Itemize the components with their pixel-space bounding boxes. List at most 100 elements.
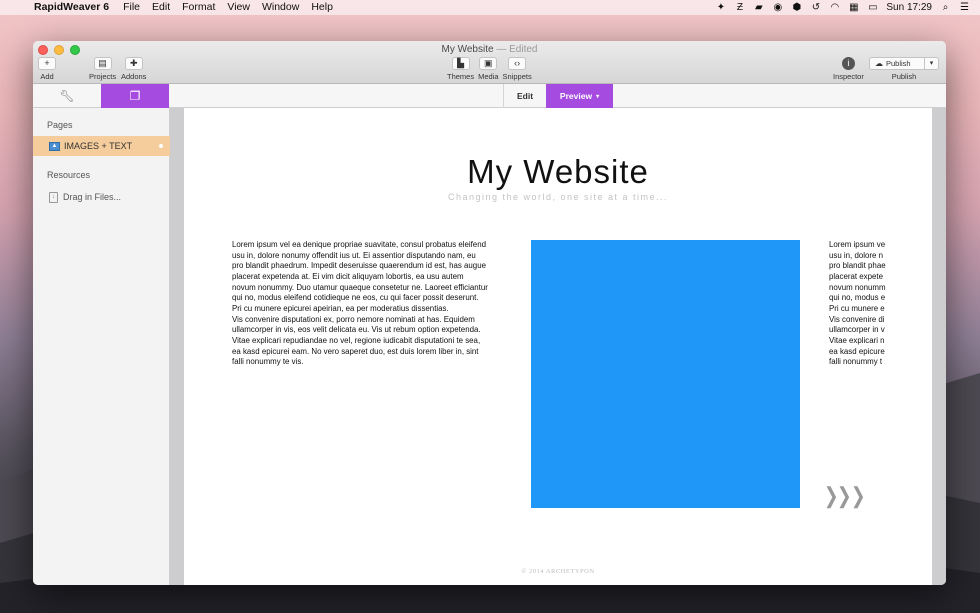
tab-bar: 🔧︎ ❐ Edit Preview ▾ [33,84,946,108]
page-item-images-text[interactable]: ▲ IMAGES + TEXT [33,136,170,156]
tab-pages[interactable]: ❐ [101,84,169,108]
text-line: usu in, dolore nonumy offendit ius ut. E… [232,250,476,260]
menu-format[interactable]: Format [182,0,215,15]
menu-view[interactable]: View [227,0,250,15]
text-line: qui no, modus e [829,293,886,303]
tab-general[interactable]: 🔧︎ [33,84,101,108]
chevron-right-icon: ❯ [837,483,853,508]
text-line: novum nonummy. Duo utamur quaeque conset… [232,282,488,292]
chevron-down-icon: ▾ [596,93,600,100]
text-line: falli nonummy te vis. [232,357,304,367]
content-text-column-next: Lorem ipsum ve usu in, dolore n pro blan… [829,240,887,368]
design-tools: ▙ Themes ▣ Media ‹› Snippets [447,57,532,81]
publish-label: Publish [891,72,917,81]
image-icon: ▣ [479,57,498,70]
text-line: Lorem ipsum vel ea denique propriae suav… [232,240,486,249]
text-line: Vis convenire disputationi ex, porro nem… [232,314,475,324]
publish-button[interactable]: ☁ Publish ▾ [869,57,939,70]
pages-header: Pages [47,120,73,130]
wifi-icon[interactable]: ◠ [829,2,840,13]
page-status-dot [159,144,163,148]
resources-hint: Drag in Files... [63,192,122,202]
projects-label: Projects [89,72,117,81]
title-bar: My Website — Edited + Add ▤ Projects ✚ A… [33,41,946,84]
page-type-icon: ▲ [49,141,60,151]
text-line: ullamcorper in v [829,325,885,335]
snippets-label: Snippets [502,72,532,81]
menu-edit[interactable]: Edit [152,0,170,15]
chevron-right-icon: ❯ [850,483,866,508]
battery-icon[interactable]: ▭ [867,2,878,13]
pages-icon: ❐ [129,89,141,103]
add-label: Add [40,72,54,81]
next-slide-arrow[interactable]: ❯ ❯ ❯ [822,483,866,509]
menu-help[interactable]: Help [311,0,333,15]
text-line: falli nonummy t [829,357,883,367]
projects-button[interactable]: ▤ Projects [89,57,116,81]
cloud-icon: ☁ [875,59,883,68]
flag-icon[interactable]: ▦ [848,2,859,13]
resources-header: Resources [47,170,91,180]
publish-button-text: Publish [886,59,911,68]
addons-button[interactable]: ✚ Addons [121,57,146,81]
notification-center-icon[interactable]: ☰ [959,2,970,13]
window-title: My Website — Edited [33,44,946,55]
time-machine-icon[interactable]: ↺ [810,2,821,13]
page-item-label: IMAGES + TEXT [64,141,133,151]
text-line: Lorem ipsum ve [829,240,886,249]
window-edited-status: — Edited [496,44,538,55]
status-area: ✦ Ƶ ▰ ◉ ⬢ ↺ ◠ ▦ ▭ Sun 17:29 ⌕ ☰ [715,0,970,15]
text-line: ea kasd epicure [829,346,885,356]
truck-icon[interactable]: ▰ [753,2,764,13]
plus-icon: + [38,57,56,70]
preview-area[interactable]: My Website Changing the world, one site … [170,108,946,585]
script-icon[interactable]: Ƶ [734,2,745,13]
text-line: Pri cu munere e [829,303,885,313]
site-footer: © 2014 ARCHETYPON [521,568,595,575]
window-title-text: My Website [441,44,494,55]
preview-mode-button[interactable]: Preview ▾ [546,84,613,108]
puzzle-icon: ✚ [124,57,143,70]
content-text-column: Lorem ipsum vel ea denique propriae suav… [232,240,504,368]
text-line: placerat expetenda at. Ei vim dicit aliq… [232,271,464,281]
resources-drop-zone[interactable]: ↓ Drag in Files... [33,190,170,204]
text-line: Vis convenire di [829,314,885,324]
addons-label: Addons [121,72,147,81]
edit-mode-button[interactable]: Edit [503,84,546,108]
text-line: ea kasd epicurei eam. No vero saperet du… [232,346,479,356]
themes-label: Themes [447,72,475,81]
inspector-label: Inspector [833,72,864,81]
menu-window[interactable]: Window [262,0,299,15]
text-line: ullamcorper in vis, eos velit delicata e… [232,325,481,335]
themes-icon: ▙ [451,57,470,70]
site-title: My Website [467,153,649,190]
info-icon: i [841,57,855,70]
file-icon: ↓ [49,191,58,203]
record-icon[interactable]: ◉ [772,2,783,13]
inspector-button[interactable]: i Inspector [833,57,864,81]
spotlight-icon[interactable]: ⌕ [940,2,951,13]
dropbox-icon[interactable]: ✦ [715,2,726,13]
menu-bar: RapidWeaver 6 File Edit Format View Wind… [0,0,980,15]
text-line: placerat expete [829,271,883,281]
projects-icon: ▤ [93,57,112,70]
text-line: Vitae explicari n [829,335,885,345]
sidebar: Pages ▲ IMAGES + TEXT Resources ↓ Drag i… [33,108,170,585]
site-tagline: Changing the world, one site at a time..… [447,192,669,202]
clock[interactable]: Sun 17:29 [886,2,932,13]
menu-app[interactable]: RapidWeaver 6 [34,0,109,15]
add-button[interactable]: + Add [38,57,56,81]
media-label: Media [478,72,499,81]
preview-mode-label: Preview [559,91,593,101]
hero-image-placeholder [531,240,800,508]
wrench-icon: 🔧︎ [59,89,75,103]
menu-file[interactable]: File [123,0,140,15]
text-line: qui no, modus eleifend cotidieque ne eos… [232,293,479,303]
text-line: pro blandit phaedrum. Impedit deseruisse… [232,261,486,271]
media-button[interactable]: ▣ Media [478,57,499,81]
snippets-button[interactable]: ‹› Snippets [503,57,532,81]
chevron-down-icon[interactable]: ▾ [924,58,938,69]
cube-icon[interactable]: ⬢ [791,2,802,13]
themes-button[interactable]: ▙ Themes [447,57,474,81]
publish-control: ☁ Publish ▾ Publish [869,57,939,81]
